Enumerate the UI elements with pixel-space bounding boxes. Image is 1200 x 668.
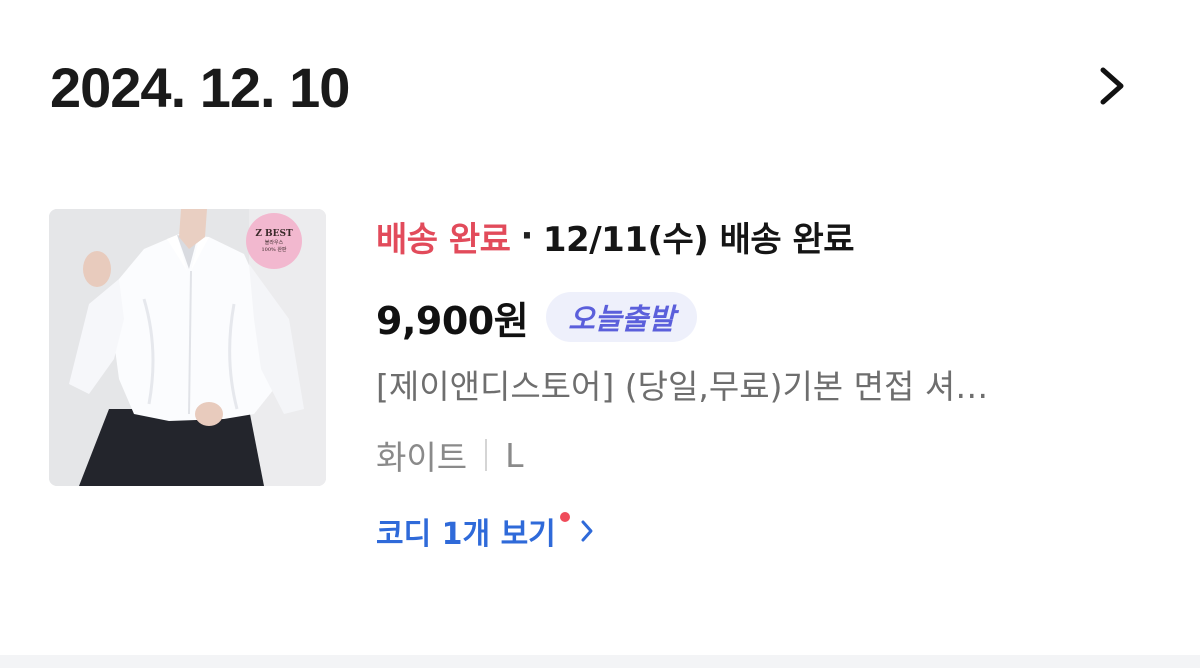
status-separator: · [520, 216, 533, 256]
order-card: 2024. 12. 10 Z BEST 블라우스 100% 완판 배송 완료 ·… [0, 0, 1200, 655]
option-color: 화이트 [376, 438, 468, 477]
price: 9,900원 [376, 298, 529, 343]
option-size: L [505, 435, 524, 475]
order-date: 2024. 12. 10 [50, 56, 350, 119]
image-badge-sub2: 100% 완판 [261, 247, 287, 253]
chevron-right-icon[interactable] [1088, 62, 1136, 110]
section-divider [0, 655, 1200, 668]
image-badge: Z BEST 블라우스 100% 완판 [246, 213, 302, 269]
coordi-link-label: 코디 1개 보기 [376, 517, 556, 552]
product-thumbnail[interactable]: Z BEST 블라우스 100% 완판 [49, 209, 326, 486]
product-name[interactable]: [제이앤디스토어] (당일,무료)기본 면접 셔… [376, 362, 1096, 412]
coordi-link[interactable]: 코디 1개 보기 [376, 508, 594, 554]
option-row: 화이트 L [376, 430, 523, 480]
chevron-right-small-icon [580, 519, 594, 543]
status-label: 배송 완료 [376, 219, 511, 260]
price-row: 9,900원 오늘출발 [376, 290, 697, 344]
shipping-tag: 오늘출발 [546, 292, 697, 342]
image-badge-title: Z BEST [255, 229, 293, 239]
new-dot-icon [559, 512, 570, 522]
delivery-status: 배송 완료 · 12/11(수) 배송 완료 [376, 214, 855, 260]
image-badge-sub1: 블라우스 [264, 240, 284, 246]
option-divider [485, 439, 488, 471]
status-detail: 12/11(수) 배송 완료 [542, 219, 855, 260]
